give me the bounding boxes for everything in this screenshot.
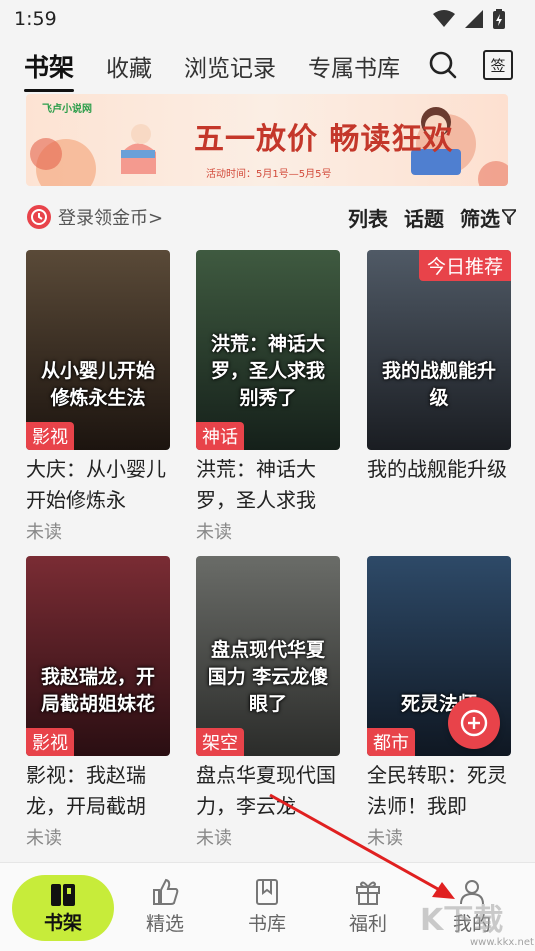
status-bar: 1:59 <box>0 0 535 38</box>
book-cover-title: 从小婴儿开始修炼永生法 <box>40 360 155 409</box>
thumbs-up-icon <box>153 878 179 905</box>
book-cover[interactable]: 洪荒：神话大罗，圣人求我别秀了神话 <box>196 250 340 450</box>
banner-logo: 飞卢小说网 <box>42 104 92 115</box>
genre-tag: 都市 <box>367 728 415 756</box>
nav-welfare[interactable]: 福利 <box>328 877 408 936</box>
book-title[interactable]: 影视：我赵瑞龙，开局截胡 <box>26 760 170 822</box>
funnel-icon <box>502 209 516 225</box>
checkin-calendar-icon[interactable]: 签 <box>483 50 513 80</box>
book-cover[interactable]: 我赵瑞龙，开局截胡姐妹花影视 <box>26 556 170 756</box>
tab-library[interactable]: 专属书库 <box>308 49 400 83</box>
wifi-icon <box>433 10 455 27</box>
banner-title: 五一放价 畅读狂欢 <box>194 122 454 157</box>
book-cover-title: 盘点现代华夏国力 李云龙傻眼了 <box>207 639 329 715</box>
book-card[interactable]: 我的战舰能升级 今日推荐我的战舰能升级 <box>367 250 511 516</box>
banner-subtitle: 活动时间：5月1号—5月5号 <box>206 169 332 180</box>
read-status: 未读 <box>26 522 62 543</box>
book-title[interactable]: 盘点华夏现代国力，李云龙 <box>196 760 340 822</box>
book-card[interactable]: 我赵瑞龙，开局截胡姐妹花影视影视：我赵瑞龙，开局截胡未读 <box>26 556 170 850</box>
book-cover-title: 我赵瑞龙，开局截胡姐妹花 <box>40 666 155 715</box>
book-title[interactable]: 全民转职：死灵法师！我即 <box>367 760 511 822</box>
book-bookmark-icon <box>256 879 278 905</box>
search-icon[interactable] <box>428 50 458 80</box>
status-time: 1:59 <box>14 8 57 30</box>
topic-button[interactable]: 话题 <box>404 203 444 232</box>
login-coin-label: 登录领金币> <box>58 208 164 229</box>
tab-history[interactable]: 浏览记录 <box>184 49 276 83</box>
nav-label-bookshelf: 书架 <box>43 911 82 934</box>
nav-label-welfare: 福利 <box>348 913 387 935</box>
plus-icon <box>460 709 488 737</box>
genre-tag: 神话 <box>196 422 244 450</box>
filter-bar: 登录领金币> 列表 话题 筛选 <box>26 200 516 234</box>
login-coin-link[interactable]: 登录领金币> <box>26 204 163 230</box>
read-status: 未读 <box>26 828 62 849</box>
list-view-button[interactable]: 列表 <box>348 203 388 232</box>
tab-favorites[interactable]: 收藏 <box>106 49 152 83</box>
read-status: 未读 <box>196 522 232 543</box>
book-card[interactable]: 从小婴儿开始修炼永生法影视大庆：从小婴儿开始修炼永未读 <box>26 250 170 544</box>
nav-bookshelf[interactable]: 书架 <box>12 875 114 941</box>
promo-banner[interactable]: 飞卢小说网 五一放价 畅读狂欢 活动时间：5月1号—5月5号 <box>26 94 508 186</box>
watermark-url: www.kkx.net <box>470 937 534 948</box>
nav-library[interactable]: 书库 <box>227 877 307 936</box>
book-cover[interactable]: 盘点现代华夏国力 李云龙傻眼了架空 <box>196 556 340 756</box>
recommend-badge: 今日推荐 <box>418 250 511 281</box>
book-cover-title: 洪荒：神话大罗，圣人求我别秀了 <box>210 333 325 409</box>
genre-tag: 影视 <box>26 728 74 756</box>
genre-tag: 影视 <box>26 422 74 450</box>
book-title[interactable]: 洪荒：神话大罗，圣人求我 <box>196 454 340 516</box>
genre-tag: 架空 <box>196 728 244 756</box>
book-cover-title: 我的战舰能升级 <box>381 360 496 409</box>
filter-button[interactable]: 筛选 <box>460 203 516 232</box>
book-title[interactable]: 我的战舰能升级 <box>367 454 511 516</box>
book-title[interactable]: 大庆：从小婴儿开始修炼永 <box>26 454 170 516</box>
tab-bookshelf[interactable]: 书架 <box>24 48 75 92</box>
checkin-label: 签 <box>490 56 506 75</box>
book-card[interactable]: 盘点现代华夏国力 李云龙傻眼了架空盘点华夏现代国力，李云龙未读 <box>196 556 340 850</box>
nav-label-featured: 精选 <box>145 913 184 935</box>
book-cover[interactable]: 从小婴儿开始修炼永生法影视 <box>26 250 170 450</box>
filter-label: 筛选 <box>460 206 500 231</box>
add-book-fab[interactable] <box>448 697 500 749</box>
clock-icon <box>27 205 51 229</box>
nav-featured[interactable]: 精选 <box>125 877 205 936</box>
battery-icon <box>493 9 505 29</box>
read-status: 未读 <box>367 828 403 849</box>
book-cover[interactable]: 我的战舰能升级 今日推荐 <box>367 250 511 450</box>
gift-icon <box>356 881 380 905</box>
nav-label-library: 书库 <box>247 913 286 935</box>
bookshelf-icon <box>51 883 75 906</box>
read-status: 未读 <box>196 828 232 849</box>
watermark: K下载 <box>420 903 504 938</box>
status-icons <box>433 9 505 29</box>
book-card[interactable]: 洪荒：神话大罗，圣人求我别秀了神话洪荒：神话大罗，圣人求我未读 <box>196 250 340 544</box>
signal-icon <box>465 10 483 28</box>
